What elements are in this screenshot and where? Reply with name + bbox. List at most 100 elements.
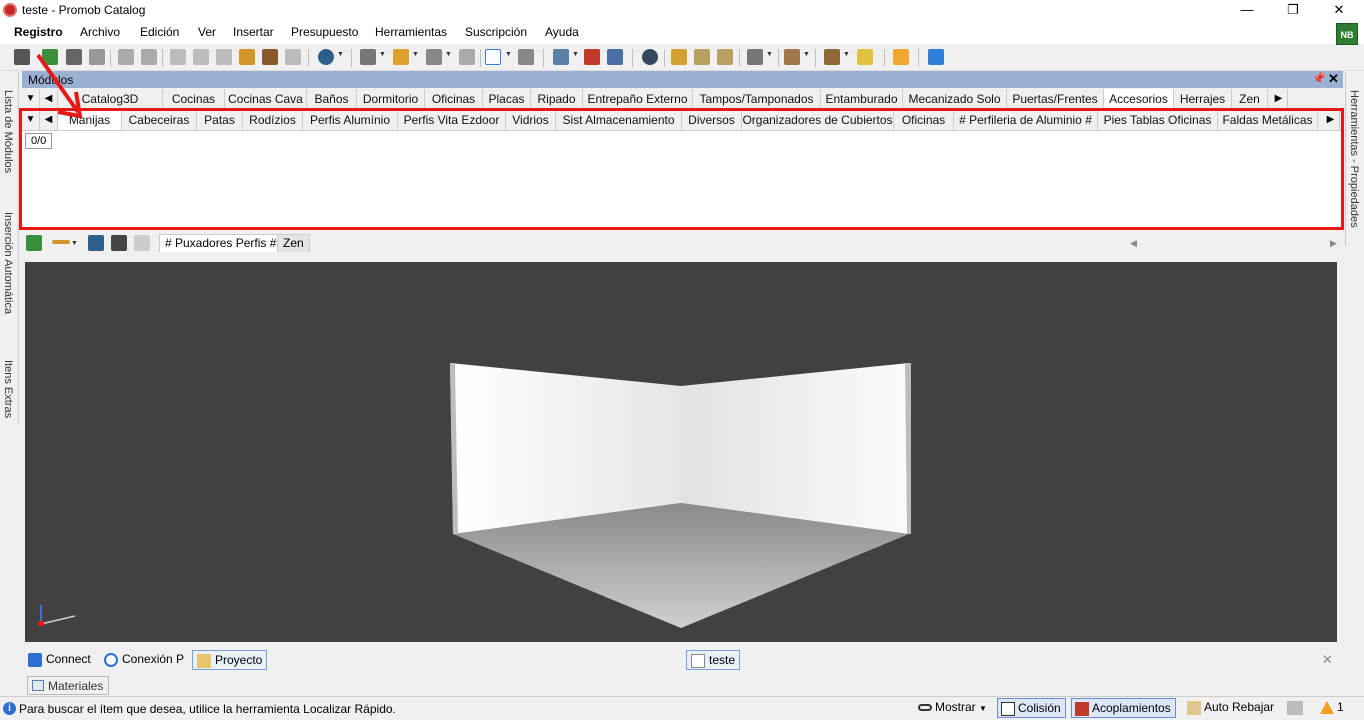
- close-button[interactable]: ✕: [1316, 0, 1362, 21]
- chevron-down-icon[interactable]: ▼: [337, 51, 344, 58]
- chevron-down-icon[interactable]: ▼: [803, 51, 810, 58]
- settings-tool-icon[interactable]: [1287, 701, 1303, 715]
- cut-icon[interactable]: [170, 49, 186, 65]
- user-avatar[interactable]: NB: [1336, 23, 1358, 45]
- tab-proyecto[interactable]: Proyecto: [192, 650, 268, 670]
- menu-suscripcion[interactable]: Suscripción: [465, 25, 527, 39]
- paste-icon[interactable]: [216, 49, 232, 65]
- box-icon[interactable]: [784, 49, 800, 65]
- mostrar-dropdown[interactable]: Mostrar ▼: [915, 698, 991, 718]
- materials-tab[interactable]: Materiales: [27, 676, 110, 695]
- tab-herrajes[interactable]: Herrajes: [1174, 89, 1232, 108]
- tab-tampos[interactable]: Tampos/Tamponados: [693, 89, 821, 108]
- pot-icon[interactable]: [824, 49, 840, 65]
- highlight-box: [19, 108, 1344, 230]
- menu-herramientas[interactable]: Herramientas: [375, 25, 447, 39]
- tab-entamburado[interactable]: Entamburado: [821, 89, 903, 108]
- layers-icon[interactable]: [553, 49, 569, 65]
- tab-conexion-p[interactable]: Conexión P: [100, 650, 188, 670]
- binoculars-icon[interactable]: [111, 235, 127, 251]
- redo-icon[interactable]: [141, 49, 157, 65]
- tab-dormitorio[interactable]: Dormitorio: [357, 89, 425, 108]
- tool-icon[interactable]: [262, 49, 278, 65]
- annotation-arrow-icon: [36, 53, 83, 119]
- dock-tab-lista-modulos[interactable]: Lista de Módulos: [2, 90, 14, 173]
- layout-icon[interactable]: [360, 49, 376, 65]
- chevron-down-icon[interactable]: ▼: [71, 240, 78, 247]
- tab-connect[interactable]: Connect: [24, 650, 95, 670]
- chevron-down-icon[interactable]: ▼: [843, 51, 850, 58]
- dimensions-icon[interactable]: [584, 49, 600, 65]
- scroll-right-icon[interactable]: ▶: [1330, 238, 1337, 249]
- tab-mecanizado-solo[interactable]: Mecanizado Solo: [903, 89, 1007, 108]
- auto-rebajar-toggle[interactable]: Auto Rebajar: [1184, 698, 1278, 718]
- close-document-icon[interactable]: ✕: [1322, 652, 1333, 668]
- 3d-viewport[interactable]: [25, 262, 1337, 642]
- tab-puertas-frentes[interactable]: Puertas/Frentes: [1007, 89, 1104, 108]
- measure-icon[interactable]: [518, 49, 534, 65]
- budget-icon[interactable]: [318, 49, 334, 65]
- panel-icon[interactable]: [459, 49, 475, 65]
- menu-ver[interactable]: Ver: [198, 25, 216, 39]
- dock-tab-itens-extras[interactable]: Itens Extras: [2, 360, 14, 418]
- maximize-button[interactable]: ❐: [1270, 0, 1316, 21]
- panel-close-icon[interactable]: ✕: [1328, 71, 1339, 87]
- chat-icon[interactable]: [928, 49, 944, 65]
- tab-oficinas[interactable]: Oficinas: [425, 89, 483, 108]
- select-cursor-icon[interactable]: [485, 49, 501, 65]
- subtab-zen[interactable]: Zen: [277, 234, 310, 252]
- chevron-down-icon[interactable]: ▼: [445, 51, 452, 58]
- scroll-left-icon[interactable]: ◀: [1130, 238, 1137, 249]
- contact-icon[interactable]: [893, 49, 909, 65]
- chevron-down-icon[interactable]: ▼: [379, 51, 386, 58]
- menu-presupuesto[interactable]: Presupuesto: [291, 25, 358, 39]
- dock-tab-insercion-automatica[interactable]: Inserción Automática: [2, 212, 14, 314]
- lock-icon[interactable]: [134, 235, 150, 251]
- undo-icon[interactable]: [118, 49, 134, 65]
- menu-archivo[interactable]: Archivo: [80, 25, 120, 39]
- tab-ripado[interactable]: Ripado: [531, 89, 583, 108]
- menu-ayuda[interactable]: Ayuda: [545, 25, 579, 39]
- hammer-icon[interactable]: [239, 49, 255, 65]
- subtab-puxadores-perfis[interactable]: # Puxadores Perfis #: [159, 234, 283, 252]
- light-icon[interactable]: [857, 49, 873, 65]
- save-icon[interactable]: [14, 49, 30, 65]
- menu-insertar[interactable]: Insertar: [233, 25, 274, 39]
- view-mode-icon[interactable]: [52, 240, 70, 244]
- shape-icon[interactable]: [426, 49, 442, 65]
- warnings-indicator[interactable]: 1: [1317, 698, 1348, 718]
- tab-entrepano-externo[interactable]: Entrepaño Externo: [583, 89, 693, 108]
- menu-edicion[interactable]: Edición: [140, 25, 179, 39]
- delete-icon[interactable]: [285, 49, 301, 65]
- tab-cocinas-cava[interactable]: Cocinas Cava: [225, 89, 307, 108]
- chevron-down-icon[interactable]: ▼: [505, 51, 512, 58]
- copy-icon[interactable]: [193, 49, 209, 65]
- menu-registro[interactable]: Registro: [14, 25, 63, 39]
- chevron-down-icon[interactable]: ▼: [572, 51, 579, 58]
- camera-icon[interactable]: [747, 49, 763, 65]
- tab-placas[interactable]: Placas: [483, 89, 531, 108]
- chevron-down-icon[interactable]: ▼: [412, 51, 419, 58]
- 3d-view-icon[interactable]: [607, 49, 623, 65]
- tab-accesorios[interactable]: Accesorios: [1104, 89, 1174, 108]
- tab-zen[interactable]: Zen: [1232, 89, 1268, 108]
- document-tab-teste[interactable]: teste: [686, 650, 741, 670]
- arrow-right-icon[interactable]: [717, 49, 733, 65]
- go-icon[interactable]: [88, 235, 104, 251]
- up-folder-icon[interactable]: [26, 235, 42, 251]
- tab-banos[interactable]: Baños: [307, 89, 357, 108]
- group-icon[interactable]: [393, 49, 409, 65]
- eye-icon[interactable]: [642, 49, 658, 65]
- minimize-button[interactable]: —: [1224, 0, 1270, 21]
- colision-toggle[interactable]: Colisión: [997, 698, 1066, 718]
- info-icon: i: [3, 702, 16, 715]
- arrow-left-icon[interactable]: [694, 49, 710, 65]
- acoplamientos-toggle[interactable]: Acoplamientos: [1071, 698, 1176, 718]
- print-preview-icon[interactable]: [89, 49, 105, 65]
- chevron-right-icon[interactable]: ▶: [1270, 89, 1288, 108]
- render-icon[interactable]: [671, 49, 687, 65]
- dock-tab-herramientas-propiedades[interactable]: Herramientas - Propiedades: [1348, 90, 1360, 228]
- pin-icon[interactable]: 📌: [1312, 72, 1326, 85]
- chevron-down-icon[interactable]: ▼: [766, 51, 773, 58]
- tab-cocinas[interactable]: Cocinas: [163, 89, 225, 108]
